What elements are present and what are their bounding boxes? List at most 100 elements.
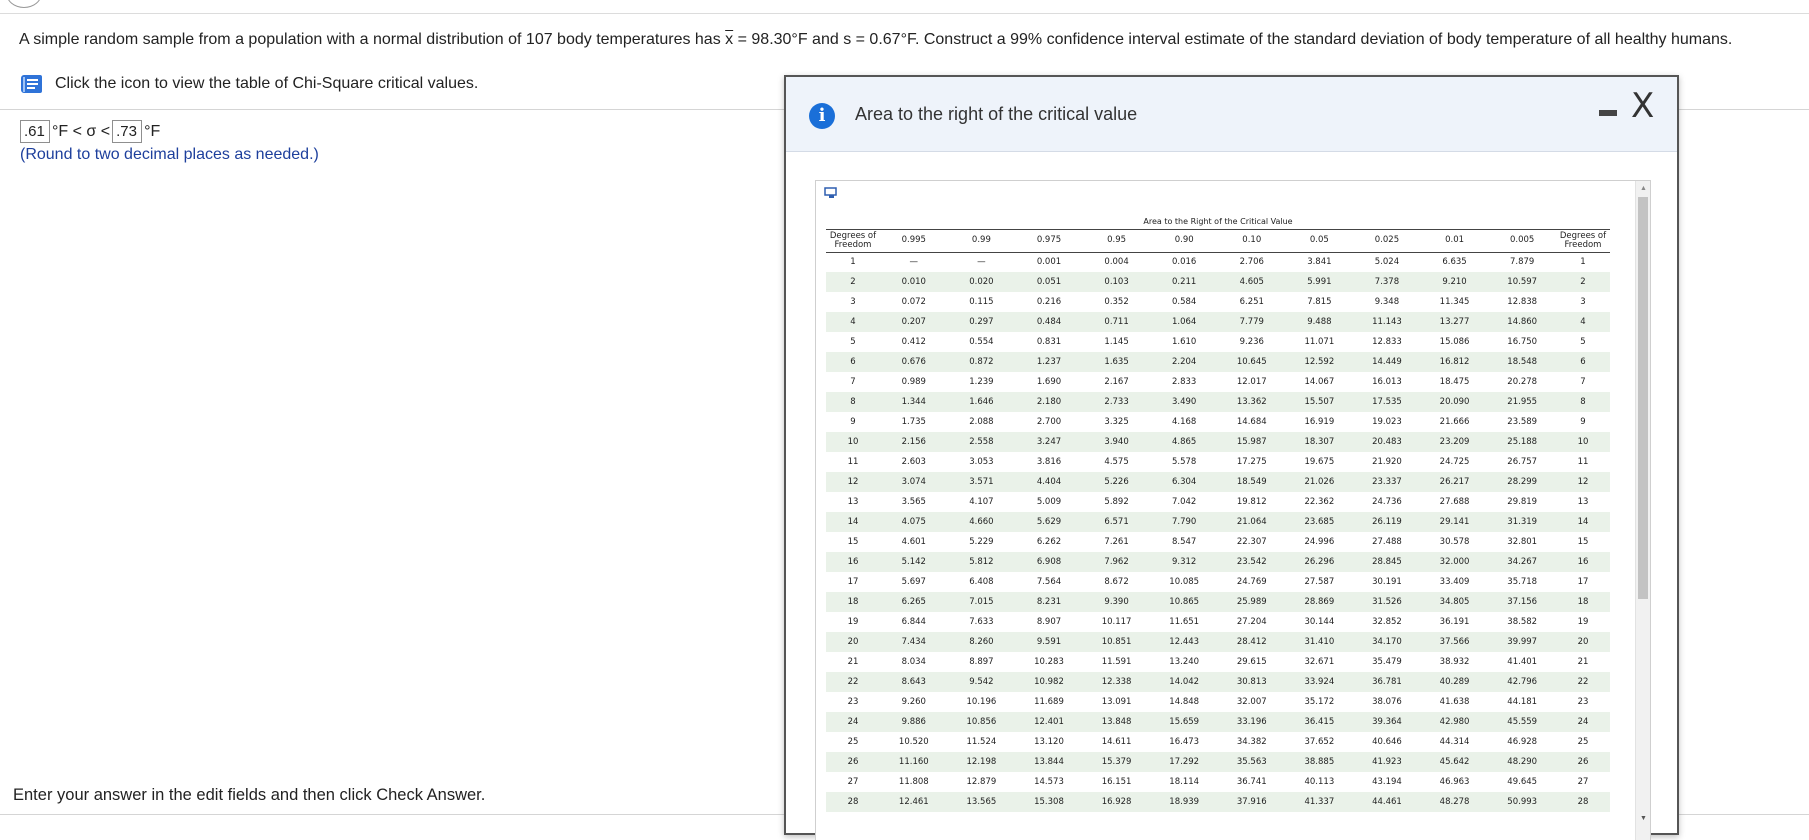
critical-value-cell: 0.584 — [1172, 297, 1197, 307]
critical-value-cell: 0.004 — [1104, 257, 1129, 268]
critical-value-cell: 11.160 — [880, 752, 948, 772]
critical-value-cell: 48.278 — [1420, 792, 1489, 812]
critical-value-cell: 2.833 — [1172, 377, 1197, 387]
critical-value-cell: 5.697 — [901, 577, 926, 587]
df-cell: 9 — [1580, 417, 1586, 427]
lower-bound-field[interactable]: .61 — [20, 120, 50, 143]
alpha-header: 0.005 — [1488, 228, 1556, 253]
alpha-header: 0.99 — [947, 228, 1016, 253]
critical-value-cell: 6.635 — [1442, 257, 1467, 268]
critical-value-cell: 18.114 — [1169, 777, 1200, 787]
critical-value-cell: 14.573 — [1034, 777, 1064, 787]
critical-value-cell: 12.833 — [1372, 337, 1402, 347]
critical-value-cell: 41.923 — [1353, 752, 1421, 772]
critical-value-cell: 3.074 — [880, 472, 948, 492]
vertical-scrollbar[interactable]: ▲ ▼ — [1635, 181, 1650, 840]
df-cell: 9 — [850, 417, 856, 427]
critical-value-cell: 1.646 — [947, 392, 1016, 412]
critical-value-cell: 44.461 — [1353, 792, 1421, 812]
critical-value-cell: 29.615 — [1236, 657, 1267, 667]
popup-title: Area to the right of the critical value — [855, 104, 1138, 124]
critical-value-cell: 10.865 — [1150, 592, 1218, 612]
critical-value-cell: 0.207 — [880, 312, 948, 332]
select-icon[interactable] — [824, 187, 838, 199]
critical-value-cell: 33.409 — [1439, 577, 1470, 587]
critical-value-cell: 1.064 — [1150, 312, 1218, 332]
critical-value-cell: 23.209 — [1420, 432, 1489, 452]
critical-value-cell: 2.088 — [969, 417, 994, 427]
critical-value-cell: 25.188 — [1488, 432, 1556, 452]
critical-value-cell: 5.226 — [1082, 472, 1151, 492]
critical-value-cell: 16.750 — [1507, 337, 1538, 347]
critical-value-cell: 16.919 — [1304, 417, 1335, 427]
critical-value-cell: 30.191 — [1372, 577, 1402, 587]
upper-bound-field[interactable]: .73 — [112, 120, 143, 143]
critical-value-cell: 10.520 — [898, 737, 929, 747]
df-cell: 26 — [1556, 752, 1610, 772]
critical-value-cell: 2.733 — [1082, 392, 1151, 412]
df-cell: 16 — [826, 552, 880, 572]
critical-value-cell: 0.211 — [1150, 272, 1218, 292]
table-row: 7 0.989 1.239 1.690 2.167 2.833 12.017 14.067 16… — [826, 372, 1610, 392]
table-scroll-area[interactable]: Area to the Right of the Critical Value … — [815, 180, 1651, 840]
critical-value-cell: 7.962 — [1082, 552, 1151, 572]
critical-value-cell: 49.645 — [1507, 777, 1538, 787]
scroll-up-icon[interactable]: ▲ — [1640, 185, 1647, 192]
critical-value-cell: 21.920 — [1372, 457, 1402, 467]
critical-value-cell: 1.237 — [1015, 352, 1083, 372]
critical-value-cell: 6.265 — [880, 592, 948, 612]
critical-value-cell: 18.939 — [1150, 792, 1218, 812]
critical-value-cell: 0.216 — [1036, 297, 1062, 307]
df-cell: 6 — [1556, 352, 1610, 372]
table-row: 25 10.520 11.524 13.120 14.611 16.473 34.382 37… — [826, 732, 1610, 752]
df-cell: 20 — [1556, 632, 1610, 652]
alpha-header: 0.995 — [880, 228, 948, 253]
critical-value-cell: 7.879 — [1510, 257, 1535, 268]
critical-value-cell: 15.507 — [1285, 392, 1354, 412]
critical-value-cell: 32.852 — [1372, 617, 1402, 627]
df-cell: 5 — [1580, 337, 1586, 347]
critical-value-cell: 35.172 — [1304, 697, 1335, 707]
critical-value-cell: 12.443 — [1150, 632, 1218, 652]
critical-value-cell: 20.090 — [1420, 392, 1489, 412]
critical-value-cell: 5.991 — [1285, 272, 1354, 292]
critical-value-cell: 31.319 — [1488, 512, 1556, 532]
book-icon[interactable] — [19, 72, 45, 96]
critical-value-cell: 15.659 — [1150, 712, 1218, 732]
critical-value-cell: 4.168 — [1172, 417, 1197, 427]
critical-value-cell: 3.325 — [1104, 417, 1129, 427]
critical-value-cell: 25.989 — [1217, 592, 1286, 612]
alpha-header: 0.01 — [1420, 228, 1489, 253]
critical-value-cell: 0.010 — [880, 272, 948, 292]
critical-value-cell: 10.851 — [1082, 632, 1151, 652]
critical-value-cell: 24.996 — [1304, 537, 1335, 547]
close-icon[interactable]: X — [1631, 89, 1654, 123]
table-link-text: Click the icon to view the table of Chi-… — [55, 75, 479, 92]
critical-value-cell: 27.688 — [1439, 497, 1470, 507]
critical-value-cell: 19.675 — [1304, 457, 1335, 467]
critical-value-cell: 37.566 — [1420, 632, 1489, 652]
scroll-down-icon[interactable]: ▼ — [1640, 815, 1647, 822]
inequality-text: °F < σ < — [52, 122, 111, 140]
table-body: 1 — — 0.001 0.004 0.016 2.706 3.841 5.024 6.635 7.… — [826, 252, 1610, 812]
scroll-thumb[interactable] — [1638, 197, 1648, 599]
table-row: 28 12.461 13.565 15.308 16.928 18.939 37.916 41… — [826, 792, 1610, 812]
critical-value-cell: 6.571 — [1082, 512, 1151, 532]
df-cell: 11 — [847, 457, 859, 467]
critical-value-cell: 32.000 — [1420, 552, 1489, 572]
critical-value-cell: 17.535 — [1353, 392, 1421, 412]
df-cell: 21 — [1577, 657, 1589, 667]
table-row: 19 6.844 7.633 8.907 10.117 11.651 27.204 30.14… — [826, 612, 1610, 632]
critical-value-cell: 0.412 — [901, 337, 926, 347]
critical-value-cell: 39.997 — [1488, 632, 1556, 652]
minimize-icon[interactable] — [1599, 110, 1617, 116]
critical-value-cell: 0.001 — [1036, 257, 1062, 268]
critical-value-cell: 10.117 — [1101, 617, 1132, 627]
critical-value-cell: 32.671 — [1304, 657, 1335, 667]
critical-value-cell: 3.940 — [1082, 432, 1151, 452]
df-cell: 10 — [826, 432, 880, 452]
table-row: 15 4.601 5.229 6.262 7.261 8.547 22.307 24.996 2… — [826, 532, 1610, 552]
critical-value-cell: 34.805 — [1420, 592, 1489, 612]
critical-value-cell: 45.559 — [1488, 712, 1556, 732]
critical-value-cell: 35.718 — [1507, 577, 1538, 587]
